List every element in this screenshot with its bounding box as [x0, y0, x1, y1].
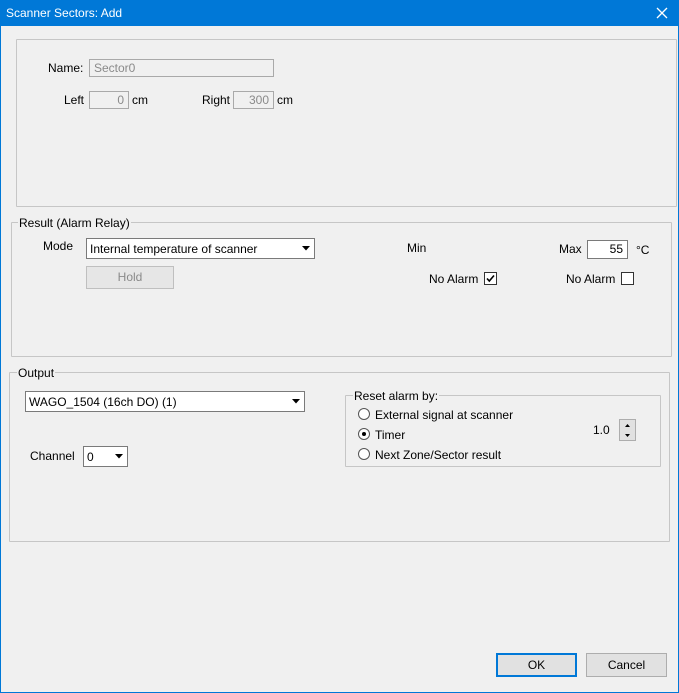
- reset-next-label[interactable]: Next Zone/Sector result: [375, 448, 501, 462]
- timer-spinner[interactable]: [619, 419, 636, 441]
- spin-down-icon[interactable]: [620, 430, 635, 440]
- output-legend: Output: [17, 366, 56, 380]
- reset-external-radio[interactable]: [358, 408, 370, 420]
- hold-button[interactable]: Hold: [86, 266, 174, 289]
- left-field[interactable]: 0: [89, 91, 129, 109]
- max-unit: °C: [636, 243, 650, 257]
- reset-external-label[interactable]: External signal at scanner: [375, 408, 513, 422]
- chevron-down-icon[interactable]: [111, 448, 126, 465]
- reset-alarm-legend: Reset alarm by:: [353, 389, 440, 403]
- chevron-down-icon[interactable]: [298, 240, 313, 257]
- close-icon[interactable]: [645, 0, 679, 26]
- mode-select[interactable]: Internal temperature of scanner: [86, 238, 315, 259]
- max-no-alarm-checkbox[interactable]: [621, 272, 634, 285]
- channel-select[interactable]: 0: [83, 446, 128, 467]
- title-bar: Scanner Sectors: Add: [0, 0, 679, 26]
- mode-label: Mode: [43, 239, 74, 253]
- spin-up-icon[interactable]: [620, 420, 635, 430]
- left-label: Left: [64, 93, 85, 107]
- result-legend: Result (Alarm Relay): [18, 216, 131, 230]
- min-label: Min: [407, 241, 427, 255]
- ok-button-label: OK: [527, 658, 546, 672]
- dialog-body: Name: Sector0 Left 0 cm Right 300 cm Res…: [0, 26, 679, 693]
- timer-value: 1.0: [593, 423, 610, 437]
- right-label: Right: [202, 93, 231, 107]
- cancel-button[interactable]: Cancel: [586, 653, 667, 677]
- hold-button-label: Hold: [117, 270, 143, 284]
- max-field[interactable]: 55: [587, 240, 628, 259]
- min-no-alarm-checkbox[interactable]: [484, 272, 497, 285]
- min-no-alarm-label: No Alarm: [429, 272, 479, 286]
- name-field[interactable]: Sector0: [89, 59, 274, 77]
- name-label: Name:: [48, 61, 84, 75]
- output-device-select[interactable]: WAGO_1504 (16ch DO) (1): [25, 391, 305, 412]
- reset-timer-radio[interactable]: [358, 428, 370, 440]
- window-title: Scanner Sectors: Add: [6, 6, 123, 20]
- max-label: Max: [559, 242, 582, 256]
- chevron-down-icon[interactable]: [288, 393, 303, 410]
- reset-next-radio[interactable]: [358, 448, 370, 460]
- output-device-value: WAGO_1504 (16ch DO) (1): [29, 395, 177, 409]
- checkmark-icon: [486, 274, 495, 283]
- radio-selected-dot: [362, 432, 366, 436]
- left-unit: cm: [132, 93, 148, 107]
- ok-button[interactable]: OK: [496, 653, 577, 677]
- right-unit: cm: [277, 93, 293, 107]
- right-field[interactable]: 300: [233, 91, 274, 109]
- reset-timer-label[interactable]: Timer: [375, 428, 405, 442]
- channel-label: Channel: [30, 449, 75, 463]
- cancel-button-label: Cancel: [607, 658, 646, 672]
- mode-value: Internal temperature of scanner: [90, 242, 258, 256]
- channel-value: 0: [87, 450, 94, 464]
- max-no-alarm-label: No Alarm: [566, 272, 616, 286]
